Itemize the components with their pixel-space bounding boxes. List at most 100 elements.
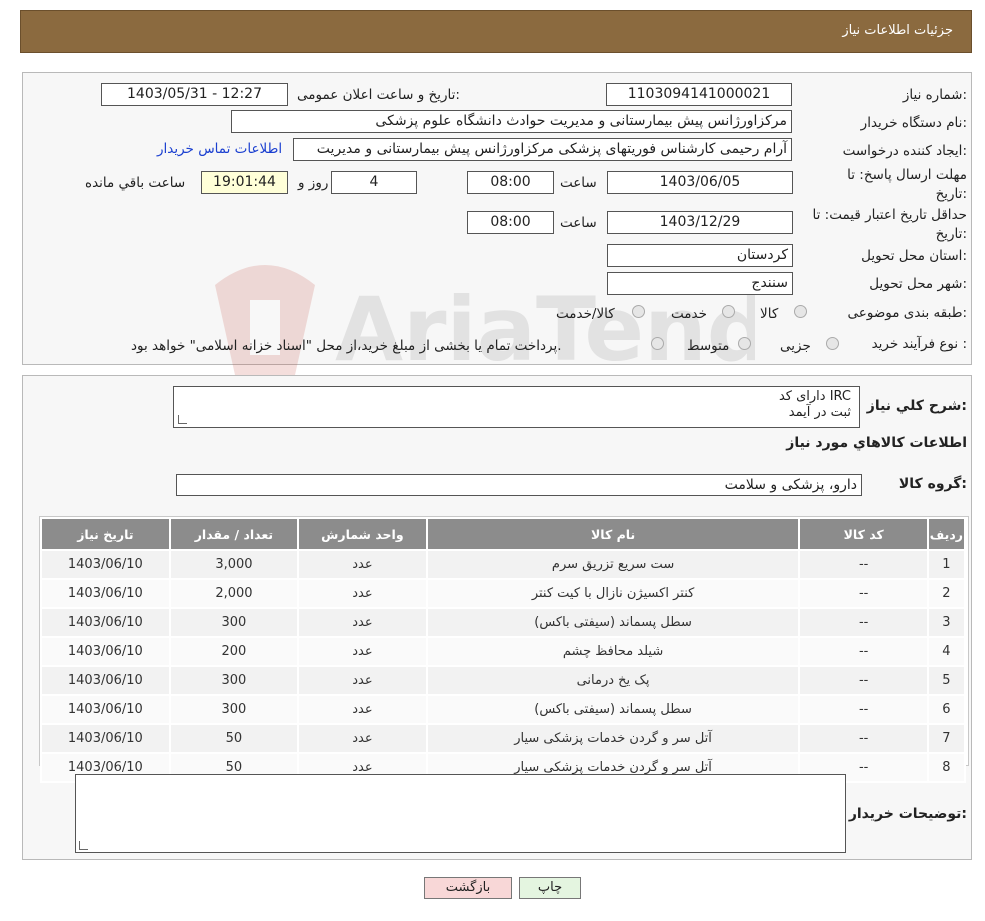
description-line-2: ثبت در آیمد [788,405,851,420]
row-number-cell: 4 [928,638,964,665]
item-unit-cell: عدد [299,696,426,723]
row-number-cell: 2 [928,580,964,607]
process-option-minor: جزیی [780,338,811,354]
item-unit-cell: عدد [299,551,426,578]
item-unit-cell: عدد [299,638,426,665]
table-header-row: ردیف کد کالا نام کالا واحد شمارش تعداد /… [42,519,964,549]
buyer-org-label: نام دستگاه خریدار: [860,115,967,131]
table-row: 7 -- آتل سر و گردن خدمات پزشکی سیار عدد 50 14… [42,725,964,752]
item-code-cell: -- [800,580,927,607]
item-code-cell: -- [800,638,927,665]
col-header-name: نام کالا [427,519,799,549]
buyer-org-field: مرکزاورژانس پیش بیمارستانی و مدیریت حواد… [231,110,792,133]
item-code-cell: -- [800,551,927,578]
row-number-cell: 8 [928,754,964,781]
creator-field: آرام رحیمی کارشناس فوریتهای پزشکی مرکزاو… [293,138,792,161]
need-number-label: شماره نیاز: [902,87,967,103]
description-line-1: دارای کد IRC [778,389,851,404]
item-code-cell: -- [800,667,927,694]
deadline-date-field: 1403/06/05 [607,171,793,194]
item-date-cell: 1403/06/10 [42,609,169,636]
item-name-cell: آتل سر و گردن خدمات پزشکی سیار [427,725,799,752]
item-name-cell: پک یخ درمانی [427,667,799,694]
process-radio-minor[interactable] [826,337,839,350]
table-row: 2 -- کنتر اکسیژن نازال با کیت کنتر عدد 2,000… [42,580,964,607]
item-unit-cell: عدد [299,580,426,607]
item-code-cell: -- [800,609,927,636]
need-number-field: 1103094141000021 [606,83,792,106]
validity-date-field: 1403/12/29 [607,211,793,234]
col-header-unit: واحد شمارش [299,519,426,549]
table-row: 4 -- شیلد محافظ چشم عدد 200 1403/06/10 [42,638,964,665]
validity-time-label: ساعت [560,215,597,231]
deadline-label: مهلت ارسال پاسخ: تا تاریخ: [847,167,967,202]
table-row: 1 -- ست سریع تزریق سرم عدد 3,000 1403/06/10 [42,551,964,578]
col-header-row: ردیف [928,519,964,549]
days-label: روز و [298,175,329,191]
item-name-cell: سطل پسماند (سیفتی باکس) [427,609,799,636]
city-label: شهر محل تحویل: [869,276,967,292]
deadline-time-label: ساعت [560,175,597,191]
item-unit-cell: عدد [299,725,426,752]
table-row: 3 -- سطل پسماند (سیفتی باکس) عدد 300 1403/06/… [42,609,964,636]
item-date-cell: 1403/06/10 [42,551,169,578]
category-label: طبقه بندی موضوعی: [847,305,967,321]
category-radio-service[interactable] [722,305,735,318]
buyer-contact-link[interactable]: اطلاعات تماس خریدار [157,141,282,157]
resize-handle-icon[interactable] [79,841,88,850]
page-title: جزئیات اطلاعات نیاز [842,23,953,38]
row-number-cell: 1 [928,551,964,578]
goods-section-title: اطلاعات کالاهاي مورد نياز [786,435,967,451]
buyer-notes-textarea[interactable] [75,774,846,853]
item-quantity-cell: 300 [170,667,298,694]
item-date-cell: 1403/06/10 [42,638,169,665]
category-option-goods: کالا [760,306,779,322]
item-unit-cell: عدد [299,609,426,636]
back-button[interactable]: بازگشت [424,877,512,899]
print-button[interactable]: چاپ [519,877,581,899]
city-field: سنندج [607,272,793,295]
col-header-quantity: تعداد / مقدار [170,519,298,549]
description-textarea[interactable]: دارای کد IRC ثبت در آیمد [173,386,860,428]
process-option-medium: متوسط [687,338,730,354]
process-radio-medium[interactable] [738,337,751,350]
item-unit-cell: عدد [299,667,426,694]
table-row: 6 -- سطل پسماند (سیفتی باکس) عدد 300 1403/06/… [42,696,964,723]
buyer-notes-label: توضیحات خریدار: [848,806,967,822]
item-date-cell: 1403/06/10 [42,667,169,694]
item-date-cell: 1403/06/10 [42,725,169,752]
page-header: جزئیات اطلاعات نیاز [20,10,972,53]
category-option-goods-service: کالا/خدمت [556,306,615,322]
item-code-cell: -- [800,725,927,752]
creator-label: ایجاد کننده درخواست: [842,143,967,159]
category-radio-goods-service[interactable] [632,305,645,318]
item-name-cell: شیلد محافظ چشم [427,638,799,665]
goods-group-label: گروه کالا: [898,476,967,492]
item-name-cell: کنتر اکسیژن نازال با کیت کنتر [427,580,799,607]
col-header-date: تاریخ نیاز [42,519,169,549]
row-number-cell: 6 [928,696,964,723]
category-radio-goods[interactable] [794,305,807,318]
announce-field: 1403/05/31 - 12:27 [101,83,288,106]
remaining-label: ساعت باقي مانده [85,175,186,191]
item-quantity-cell: 200 [170,638,298,665]
item-quantity-cell: 300 [170,696,298,723]
item-date-cell: 1403/06/10 [42,696,169,723]
province-label: استان محل تحویل: [861,248,967,264]
goods-group-field: دارو، پزشکی و سلامت [176,474,862,496]
items-table-container: ردیف کد کالا نام کالا واحد شمارش تعداد /… [39,516,969,783]
validity-label: حداقل تاریخ اعتبار قیمت: تا تاریخ: [812,207,967,242]
row-number-cell: 5 [928,667,964,694]
description-label: شرح کلي نياز: [866,398,967,414]
items-table: ردیف کد کالا نام کالا واحد شمارش تعداد /… [40,517,966,783]
resize-handle-icon[interactable] [178,415,187,424]
validity-time-field: 08:00 [467,211,554,234]
item-date-cell: 1403/06/10 [42,580,169,607]
process-checkbox-treasury[interactable] [651,337,664,350]
row-number-cell: 7 [928,725,964,752]
category-option-service: خدمت [671,306,707,322]
item-quantity-cell: 3,000 [170,551,298,578]
item-name-cell: ست سریع تزریق سرم [427,551,799,578]
item-name-cell: سطل پسماند (سیفتی باکس) [427,696,799,723]
table-row: 5 -- پک یخ درمانی عدد 300 1403/06/10 [42,667,964,694]
